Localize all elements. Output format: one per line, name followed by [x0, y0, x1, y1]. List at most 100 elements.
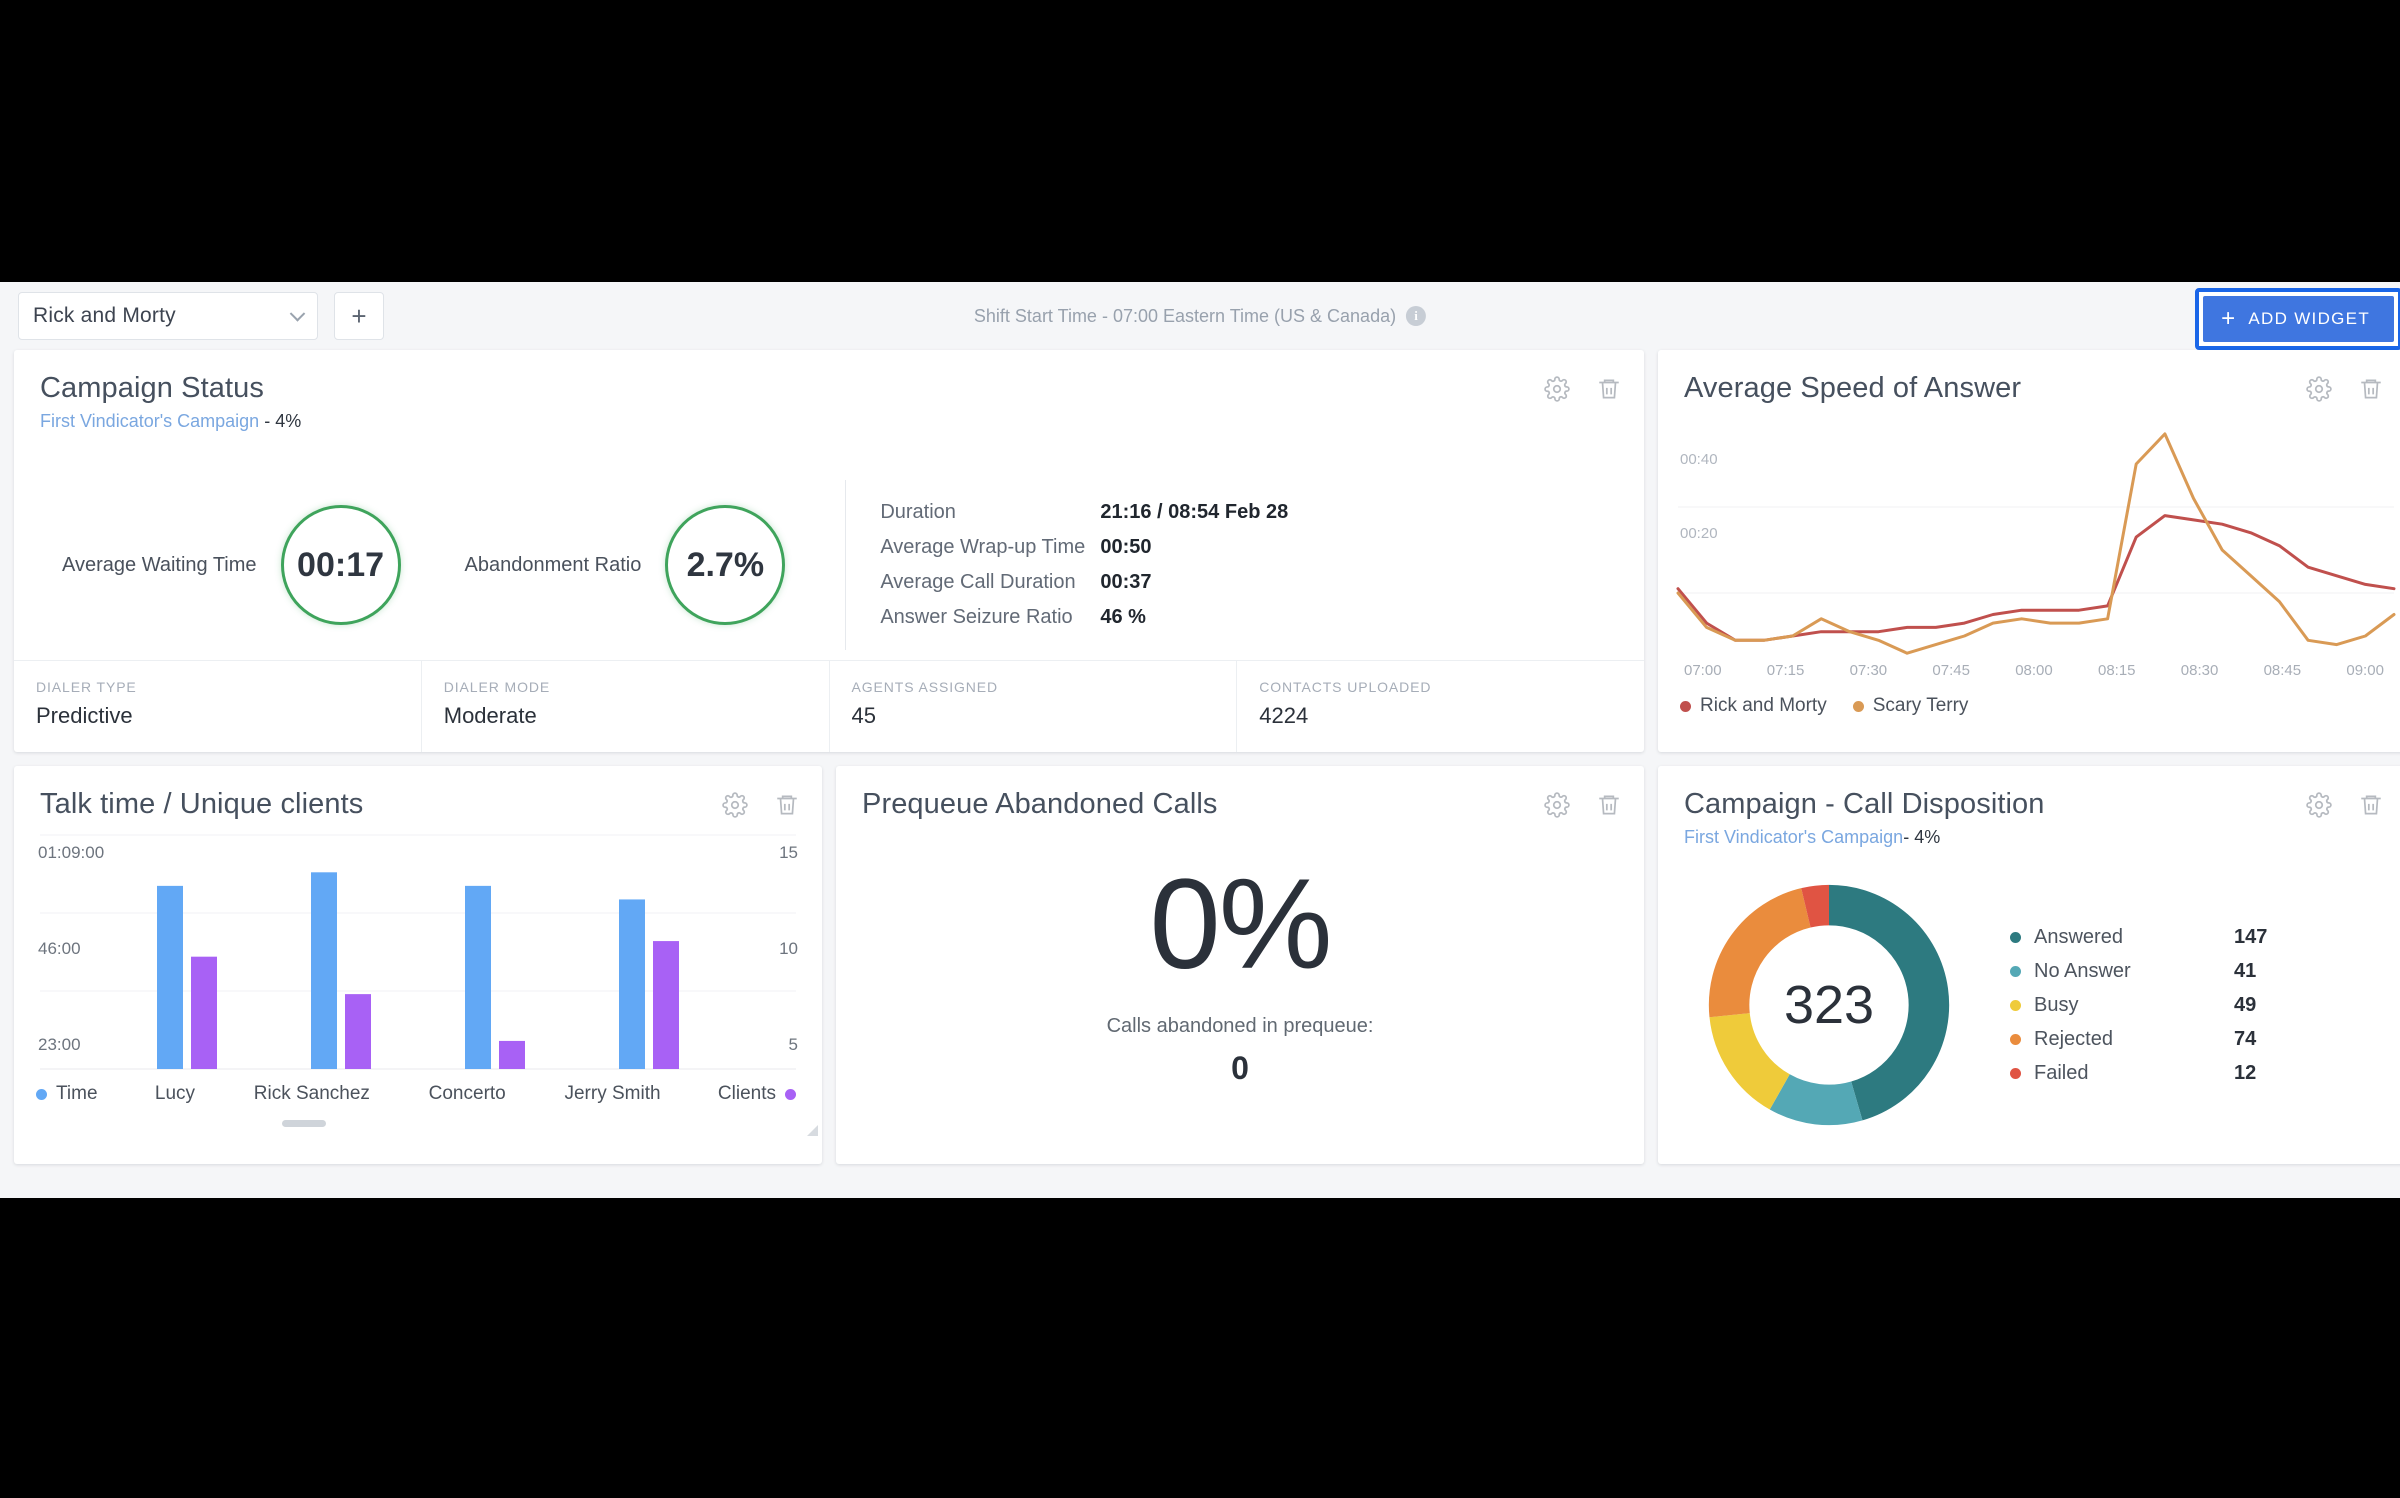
- add-widget-focus-ring: + ADD WIDGET: [2195, 288, 2400, 350]
- bar-chart-legend: Time Lucy Rick Sanchez Concerto Jerry Sm…: [14, 1083, 822, 1105]
- x-tick-label: 08:45: [2263, 662, 2302, 679]
- trash-icon[interactable]: [2358, 792, 2384, 818]
- donut-chart: 323: [1674, 870, 1984, 1140]
- stat-dialer-type: DIALER TYPE Predictive: [14, 661, 422, 752]
- legend-item[interactable]: Rejected 74: [2010, 1022, 2267, 1056]
- prequeue-caption: Calls abandoned in prequeue:: [1106, 1015, 1374, 1037]
- metric-value: 00:50: [1100, 536, 1152, 558]
- legend-value: 49: [2234, 993, 2257, 1016]
- metric-label: Average Wrap-up Time: [880, 536, 1086, 558]
- line-chart-svg: [1676, 432, 2396, 655]
- x-tick-label: 09:00: [2346, 662, 2384, 679]
- metric-label: Duration: [880, 501, 956, 523]
- widget-header-actions: [2306, 376, 2384, 402]
- campaign-link[interactable]: First Vindicator's Campaign: [1684, 827, 1903, 847]
- add-widget-button[interactable]: + ADD WIDGET: [2203, 296, 2394, 342]
- gear-icon[interactable]: [2306, 792, 2332, 818]
- x-tick-label: 08:00: [2015, 662, 2053, 679]
- call-disposition-subtitle: First Vindicator's Campaign- 4%: [1684, 827, 2380, 848]
- widget-header-actions: [1544, 376, 1622, 402]
- donut-legend: Answered 147 No Answer 41 Busy 49 Reject…: [2010, 920, 2267, 1090]
- dashboard-toolbar: Rick and Morty + Shift Start Time - 07:0…: [0, 282, 2400, 350]
- legend-swatch: [1680, 700, 1691, 712]
- prequeue-abandoned-calls-widget: Prequeue Abandoned Calls 0% Calls abando…: [836, 766, 1644, 1164]
- x-tick-label: 07:00: [1684, 662, 1722, 679]
- shift-start-text: Shift Start Time - 07:00 Eastern Time (U…: [973, 305, 1397, 326]
- metric-value: 21:16 / 08:54 Feb 28: [1100, 501, 1289, 523]
- info-icon[interactable]: i: [1406, 306, 1427, 326]
- legend-item[interactable]: Failed 12: [2010, 1056, 2267, 1090]
- legend-label: Clients: [717, 1083, 776, 1104]
- prequeue-header: Prequeue Abandoned Calls: [836, 766, 1644, 821]
- legend-item[interactable]: Busy 49: [2010, 988, 2267, 1022]
- campaign-status-subtitle: First Vindicator's Campaign - 4%: [40, 411, 1618, 432]
- stat-contacts-uploaded: CONTACTS UPLOADED 4224: [1237, 661, 1644, 752]
- legend-value: 12: [2234, 1061, 2257, 1084]
- gear-icon[interactable]: [1544, 792, 1570, 818]
- metric-row: Average Wrap-up Time 00:50: [880, 536, 1288, 559]
- stat-label: DIALER MODE: [443, 679, 551, 695]
- campaign-status-header: Campaign Status First Vindicator's Campa…: [14, 350, 1644, 432]
- category-label: Rick Sanchez: [253, 1083, 370, 1104]
- talk-time-widget: Talk time / Unique clients 01:09:00 46:0…: [14, 766, 822, 1164]
- legend-swatch: [785, 1088, 796, 1100]
- left-axis-label: 01:09:00: [38, 843, 105, 862]
- campaign-status-widget: Campaign Status First Vindicator's Campa…: [14, 350, 1644, 752]
- gear-icon[interactable]: [2306, 376, 2332, 402]
- trash-icon[interactable]: [1596, 792, 1622, 818]
- gauge-label: Abandonment Ratio: [464, 553, 642, 576]
- stat-label: CONTACTS UPLOADED: [1259, 679, 1432, 695]
- gauge-value: 2.7%: [665, 505, 786, 625]
- page-title: Campaign Status: [40, 372, 264, 404]
- gear-icon[interactable]: [1544, 376, 1570, 402]
- talk-time-chart: 01:09:00 46:00 23:00 15 10 5 Time Lucy R…: [14, 821, 822, 1139]
- widget-title: Talk time / Unique clients: [40, 788, 364, 820]
- legend-item[interactable]: Scary Terry: [1852, 695, 1968, 717]
- gauge-label: Average Waiting Time: [62, 553, 257, 576]
- y-tick-label: 00:20: [1680, 525, 1718, 542]
- legend-swatch: [2010, 931, 2021, 943]
- legend-item-time[interactable]: Time: [36, 1083, 98, 1105]
- campaign-percent: - 4%: [1903, 827, 1941, 847]
- legend-label: Failed: [2034, 1061, 2089, 1084]
- legend-swatch: [2010, 1033, 2021, 1045]
- x-tick-label: 08:30: [2180, 662, 2219, 679]
- dashboard-select-value: Rick and Morty: [33, 304, 176, 327]
- legend-item[interactable]: Answered 147: [2010, 920, 2267, 954]
- widget-header-actions: [722, 792, 800, 818]
- plus-icon: +: [2221, 305, 2237, 332]
- gear-icon[interactable]: [722, 792, 748, 818]
- legend-label: Rejected: [2034, 1027, 2113, 1050]
- add-dashboard-button[interactable]: +: [334, 292, 384, 340]
- widget-header-actions: [2306, 792, 2384, 818]
- legend-item-clients[interactable]: Clients: [718, 1083, 796, 1105]
- resize-handle[interactable]: [807, 1125, 818, 1136]
- stat-label: AGENTS ASSIGNED: [851, 679, 999, 695]
- stat-value: Moderate: [443, 703, 537, 728]
- x-tick-label: 07:45: [1932, 662, 1970, 679]
- legend-item[interactable]: No Answer 41: [2010, 954, 2267, 988]
- trash-icon[interactable]: [774, 792, 800, 818]
- trash-icon[interactable]: [1596, 376, 1622, 402]
- shift-start-info: Shift Start Time - 07:00 Eastern Time (U…: [973, 305, 1427, 327]
- add-widget-label: ADD WIDGET: [2248, 309, 2370, 328]
- metric-row: Duration 21:16 / 08:54 Feb 28: [880, 501, 1288, 524]
- campaign-status-body: Average Waiting Time 00:17 Abandonment R…: [14, 432, 1644, 680]
- bar-chart-svg: [40, 834, 796, 1070]
- legend-item[interactable]: Rick and Morty: [1680, 695, 1827, 717]
- legend-swatch: [2010, 965, 2021, 977]
- legend-label: Busy: [2034, 993, 2079, 1016]
- stat-agents-assigned: AGENTS ASSIGNED 45: [830, 661, 1238, 752]
- dashboard-select[interactable]: Rick and Morty: [18, 292, 318, 340]
- category-label: Jerry Smith: [564, 1083, 661, 1104]
- trash-icon[interactable]: [2358, 376, 2384, 402]
- campaign-metrics-list: Duration 21:16 / 08:54 Feb 28 Average Wr…: [845, 480, 1288, 650]
- left-axis-label: 23:00: [38, 1035, 81, 1054]
- talk-time-header: Talk time / Unique clients: [14, 766, 822, 821]
- x-tick-label: 08:15: [2097, 662, 2136, 679]
- campaign-link[interactable]: First Vindicator's Campaign: [40, 411, 259, 431]
- horizontal-scrollbar[interactable]: [282, 1120, 326, 1127]
- metric-value: 00:37: [1100, 571, 1152, 593]
- chart-legend: Rick and Morty Scary Terry: [1680, 695, 1968, 717]
- x-tick-label: 07:30: [1849, 662, 1888, 679]
